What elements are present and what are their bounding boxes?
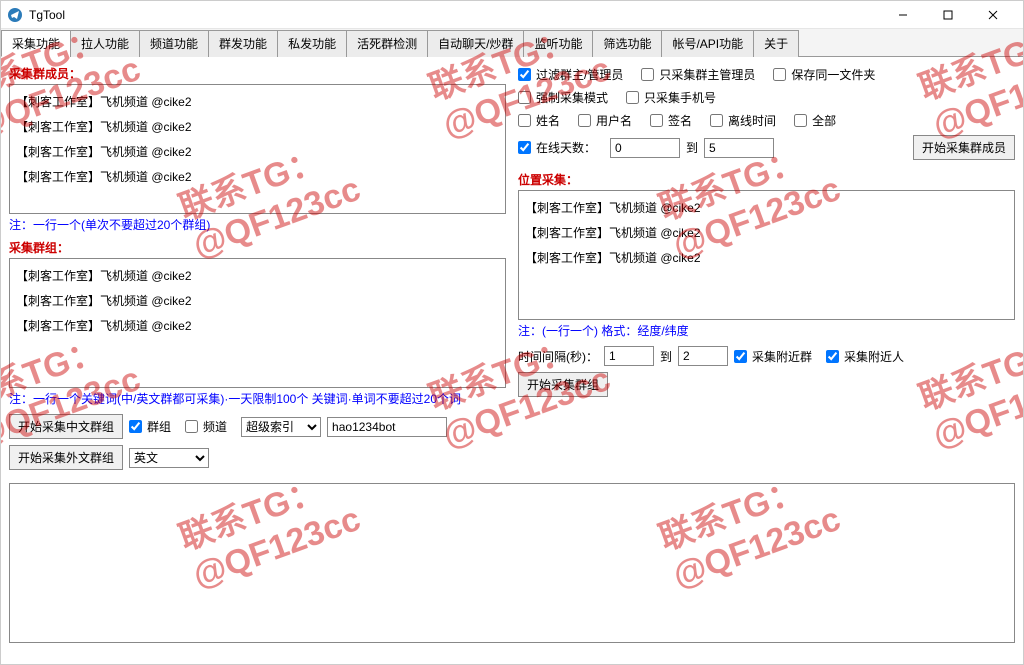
chk-same-folder-label[interactable]: 保存同一文件夹 [773, 66, 875, 83]
row-filters-3: 姓名 用户名 签名 离线时间 全部 [518, 112, 1015, 129]
row-online-days: 在线天数： 到 开始采集群成员 [518, 135, 1015, 160]
label-location-collect: 位置采集： [518, 171, 1015, 188]
chk-all[interactable] [794, 114, 807, 127]
days-from-input[interactable] [610, 138, 680, 158]
tab-group-send[interactable]: 群发功能 [208, 30, 278, 57]
location-listbox[interactable]: 【刺客工作室】飞机频道 @cike2 【刺客工作室】飞机频道 @cike2 【刺… [518, 190, 1015, 320]
chk-signature-label[interactable]: 签名 [650, 112, 692, 129]
start-collect-en-button[interactable]: 开始采集外文群组 [9, 445, 123, 470]
close-button[interactable] [970, 1, 1015, 29]
app-window: TgTool 采集功能 拉人功能 频道功能 群发功能 私发功能 活死群检测 自动… [0, 0, 1024, 665]
interval-to-input[interactable] [678, 346, 728, 366]
chk-name-label[interactable]: 姓名 [518, 112, 560, 129]
minimize-button[interactable] [880, 1, 925, 29]
note-members: 注：一行一个(单次不要超过20个群组) [9, 216, 506, 233]
tab-filter[interactable]: 筛选功能 [592, 30, 662, 57]
chk-filter-admin-label[interactable]: 过滤群主/管理员 [518, 66, 623, 83]
tab-private-send[interactable]: 私发功能 [277, 30, 347, 57]
row-filters-1: 过滤群主/管理员 只采集群主管理员 保存同一文件夹 [518, 66, 1015, 83]
tab-dead-check[interactable]: 活死群检测 [346, 30, 428, 57]
interval-from-input[interactable] [604, 346, 654, 366]
chk-online-days-label[interactable]: 在线天数： [518, 139, 596, 156]
chk-group[interactable] [129, 420, 142, 433]
tab-invite[interactable]: 拉人功能 [70, 30, 140, 57]
chk-same-folder[interactable] [773, 68, 786, 81]
log-textarea[interactable] [9, 483, 1015, 643]
chk-nearby-people[interactable] [826, 350, 839, 363]
chk-nearby-group[interactable] [734, 350, 747, 363]
label-collect-members: 采集群成员： [9, 65, 506, 82]
chk-only-phone-label[interactable]: 只采集手机号 [626, 89, 716, 106]
interval-to-label: 到 [660, 348, 672, 365]
note-location: 注：(一行一个) 格式：经度/纬度 [518, 322, 1015, 339]
chk-offline-label[interactable]: 离线时间 [710, 112, 776, 129]
select-index[interactable]: 超级索引 [241, 417, 321, 437]
days-to-input[interactable] [704, 138, 774, 158]
start-collect-members-button[interactable]: 开始采集群成员 [913, 135, 1015, 160]
chk-online-days[interactable] [518, 141, 531, 154]
chk-group-label[interactable]: 群组 [129, 418, 171, 435]
select-language[interactable]: 英文 [129, 448, 209, 468]
maximize-button[interactable] [925, 1, 970, 29]
tab-account-api[interactable]: 帐号/API功能 [661, 30, 754, 57]
chk-all-label[interactable]: 全部 [794, 112, 836, 129]
list-item[interactable]: 【刺客工作室】飞机频道 @cike2 [14, 139, 501, 164]
row-en-collect: 开始采集外文群组 英文 [9, 445, 506, 470]
app-icon [7, 7, 23, 23]
interval-label: 时间间隔(秒)： [518, 348, 598, 365]
chk-only-phone[interactable] [626, 91, 639, 104]
row-interval: 时间间隔(秒)： 到 采集附近群 采集附近人 [518, 346, 1015, 366]
days-to-label: 到 [686, 139, 698, 156]
chk-username[interactable] [578, 114, 591, 127]
chk-channel-label[interactable]: 频道 [185, 418, 227, 435]
list-item[interactable]: 【刺客工作室】飞机频道 @cike2 [14, 288, 501, 313]
app-title: TgTool [29, 8, 65, 22]
columns: 采集群成员： 【刺客工作室】飞机频道 @cike2 【刺客工作室】飞机频道 @c… [9, 63, 1015, 473]
row-cn-collect: 开始采集中文群组 群组 频道 超级索引 [9, 414, 506, 439]
chk-channel[interactable] [185, 420, 198, 433]
chk-nearby-people-label[interactable]: 采集附近人 [826, 348, 904, 365]
chk-username-label[interactable]: 用户名 [578, 112, 632, 129]
tab-auto-chat[interactable]: 自动聊天/炒群 [427, 30, 524, 57]
bot-input[interactable] [327, 417, 447, 437]
chk-group-text: 群组 [147, 418, 171, 435]
list-item[interactable]: 【刺客工作室】飞机频道 @cike2 [14, 164, 501, 189]
tab-monitor[interactable]: 监听功能 [523, 30, 593, 57]
chk-force[interactable] [518, 91, 531, 104]
chk-only-admin[interactable] [641, 68, 654, 81]
tab-about[interactable]: 关于 [753, 30, 799, 57]
chk-signature[interactable] [650, 114, 663, 127]
tab-channel[interactable]: 频道功能 [139, 30, 209, 57]
titlebar: TgTool [1, 1, 1023, 29]
chk-filter-admin[interactable] [518, 68, 531, 81]
members-listbox[interactable]: 【刺客工作室】飞机频道 @cike2 【刺客工作室】飞机频道 @cike2 【刺… [9, 84, 506, 214]
chk-only-admin-label[interactable]: 只采集群主管理员 [641, 66, 755, 83]
chk-nearby-group-label[interactable]: 采集附近群 [734, 348, 812, 365]
groups-listbox[interactable]: 【刺客工作室】飞机频道 @cike2 【刺客工作室】飞机频道 @cike2 【刺… [9, 258, 506, 388]
list-item[interactable]: 【刺客工作室】飞机频道 @cike2 [14, 313, 501, 338]
row-filters-2: 强制采集模式 只采集手机号 [518, 89, 1015, 106]
titlebar-left: TgTool [7, 7, 65, 23]
chk-channel-text: 频道 [203, 418, 227, 435]
tab-collect[interactable]: 采集功能 [1, 30, 71, 57]
left-column: 采集群成员： 【刺客工作室】飞机频道 @cike2 【刺客工作室】飞机频道 @c… [9, 63, 506, 473]
row-start-groups: 开始采集群组 [518, 372, 1015, 397]
list-item[interactable]: 【刺客工作室】飞机频道 @cike2 [14, 89, 501, 114]
list-item[interactable]: 【刺客工作室】飞机频道 @cike2 [523, 195, 1010, 220]
chk-offline[interactable] [710, 114, 723, 127]
list-item[interactable]: 【刺客工作室】飞机频道 @cike2 [523, 220, 1010, 245]
list-item[interactable]: 【刺客工作室】飞机频道 @cike2 [523, 245, 1010, 270]
list-item[interactable]: 【刺客工作室】飞机频道 @cike2 [14, 114, 501, 139]
right-column: 过滤群主/管理员 只采集群主管理员 保存同一文件夹 强制采集模式 只采集手机号 … [518, 63, 1015, 473]
chk-name[interactable] [518, 114, 531, 127]
tabstrip: 采集功能 拉人功能 频道功能 群发功能 私发功能 活死群检测 自动聊天/炒群 监… [1, 29, 1023, 57]
chk-force-label[interactable]: 强制采集模式 [518, 89, 608, 106]
window-controls [880, 1, 1015, 29]
label-collect-groups: 采集群组： [9, 239, 506, 256]
list-item[interactable]: 【刺客工作室】飞机频道 @cike2 [14, 263, 501, 288]
note-groups: 注：一行一个关键词(中/英文群都可采集)·一天限制100个 关键词·单词不要超过… [9, 390, 506, 407]
start-collect-groups-button[interactable]: 开始采集群组 [518, 372, 608, 397]
start-collect-cn-button[interactable]: 开始采集中文群组 [9, 414, 123, 439]
tab-content: 采集群成员： 【刺客工作室】飞机频道 @cike2 【刺客工作室】飞机频道 @c… [1, 57, 1023, 664]
